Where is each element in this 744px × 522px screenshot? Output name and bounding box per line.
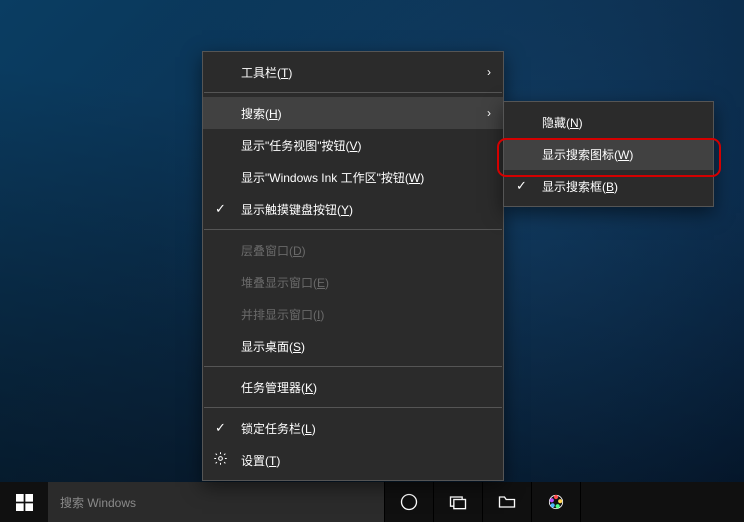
taskbar-search-box[interactable]: 搜索 Windows — [48, 482, 384, 522]
divider — [580, 482, 581, 522]
taskbar-icons — [384, 482, 581, 522]
menu-item-ink[interactable]: 显示"Windows Ink 工作区"按钮(W) — [203, 161, 503, 193]
taskbar-taskview-button[interactable] — [434, 482, 482, 522]
cortana-icon — [399, 492, 419, 512]
menu-item-show-desktop[interactable]: 显示桌面(S) — [203, 330, 503, 362]
label: 显示"任务视图"按钮(V) — [241, 137, 362, 154]
submenu-item-hidden[interactable]: 隐藏(N) — [504, 106, 713, 138]
label: 隐藏(N) — [542, 114, 583, 131]
label: 任务管理器(K) — [241, 379, 317, 396]
check-icon: ✓ — [215, 420, 226, 436]
menu-item-toolbars[interactable]: 工具栏(T) › — [203, 56, 503, 88]
label: 锁定任务栏(L) — [241, 420, 316, 437]
taskbar-app-button[interactable] — [532, 482, 580, 522]
menu-item-sidebyside: 并排显示窗口(I) — [203, 298, 503, 330]
separator — [204, 366, 502, 367]
taskbar-file-explorer-button[interactable] — [483, 482, 531, 522]
chevron-right-icon: › — [487, 65, 491, 79]
menu-item-stacked: 堆叠显示窗口(E) — [203, 266, 503, 298]
label: 显示触摸键盘按钮(Y) — [241, 201, 353, 218]
check-icon: ✓ — [215, 201, 226, 217]
label: 工具栏(T) — [241, 64, 292, 81]
label: 并排显示窗口(I) — [241, 306, 324, 323]
label: 搜索(H) — [241, 105, 282, 122]
taskbar: 搜索 Windows — [0, 482, 744, 522]
start-button[interactable] — [0, 482, 48, 522]
menu-item-task-manager[interactable]: 任务管理器(K) — [203, 371, 503, 403]
search-submenu: 隐藏(N) 显示搜索图标(W) ✓ 显示搜索框(B) — [503, 101, 714, 207]
separator — [204, 407, 502, 408]
label: 堆叠显示窗口(E) — [241, 274, 329, 291]
chevron-right-icon: › — [487, 106, 491, 120]
separator — [204, 229, 502, 230]
label: 设置(T) — [241, 452, 280, 469]
label: 显示桌面(S) — [241, 338, 305, 355]
taskbar-cortana-button[interactable] — [385, 482, 433, 522]
menu-item-touch-keyboard[interactable]: ✓ 显示触摸键盘按钮(Y) — [203, 193, 503, 225]
check-icon: ✓ — [516, 178, 527, 194]
taskbar-context-menu: 工具栏(T) › 搜索(H) › 显示"任务视图"按钮(V) 显示"Window… — [202, 51, 504, 481]
menu-item-settings[interactable]: 设置(T) — [203, 444, 503, 476]
menu-item-taskview[interactable]: 显示"任务视图"按钮(V) — [203, 129, 503, 161]
color-wheel-icon — [546, 492, 566, 512]
gear-icon — [213, 451, 228, 469]
folder-icon — [497, 492, 517, 512]
search-placeholder: 搜索 Windows — [60, 494, 136, 511]
taskview-icon — [448, 492, 468, 512]
label: 显示搜索图标(W) — [542, 146, 633, 163]
label: 显示搜索框(B) — [542, 178, 618, 195]
submenu-item-show-search-box[interactable]: ✓ 显示搜索框(B) — [504, 170, 713, 202]
menu-item-search[interactable]: 搜索(H) › — [203, 97, 503, 129]
label: 显示"Windows Ink 工作区"按钮(W) — [241, 169, 424, 186]
menu-item-lock-taskbar[interactable]: ✓ 锁定任务栏(L) — [203, 412, 503, 444]
label: 层叠窗口(D) — [241, 242, 306, 259]
submenu-item-show-search-icon[interactable]: 显示搜索图标(W) — [504, 138, 713, 170]
menu-item-cascade: 层叠窗口(D) — [203, 234, 503, 266]
windows-logo-icon — [16, 494, 33, 511]
separator — [204, 92, 502, 93]
